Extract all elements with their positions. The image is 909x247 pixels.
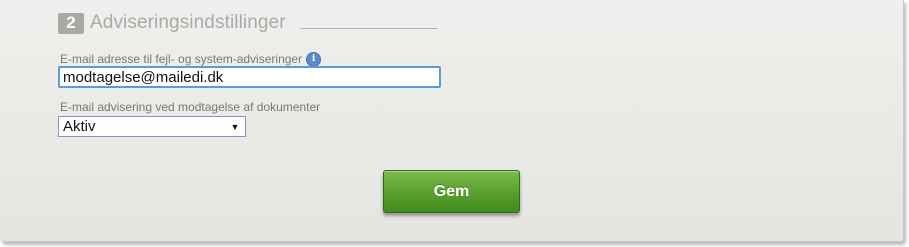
chevron-down-icon: ▼: [230, 121, 240, 132]
advisering-field-label: E-mail advisering ved modtagelse af doku…: [60, 100, 321, 114]
step-number-badge: 2: [58, 12, 84, 34]
save-button[interactable]: Gem: [383, 170, 520, 213]
email-field[interactable]: [58, 66, 441, 88]
section-title: Adviseringsindstillinger: [90, 12, 286, 33]
advisering-select[interactable]: Aktiv ▼: [58, 116, 246, 137]
advisering-field-label-row: E-mail advisering ved modtagelse af doku…: [60, 100, 320, 114]
settings-panel: 2 Adviseringsindstillinger E-mail adress…: [0, 0, 904, 242]
header-divider: [300, 28, 437, 29]
email-field-label: E-mail adresse til fejl- og system-advis…: [60, 52, 303, 66]
advisering-select-value: Aktiv: [63, 118, 96, 135]
email-field-label-row: E-mail adresse til fejl- og system-advis…: [60, 52, 321, 66]
section-header: 2 Adviseringsindstillinger: [58, 11, 286, 35]
info-icon[interactable]: i: [307, 52, 321, 66]
